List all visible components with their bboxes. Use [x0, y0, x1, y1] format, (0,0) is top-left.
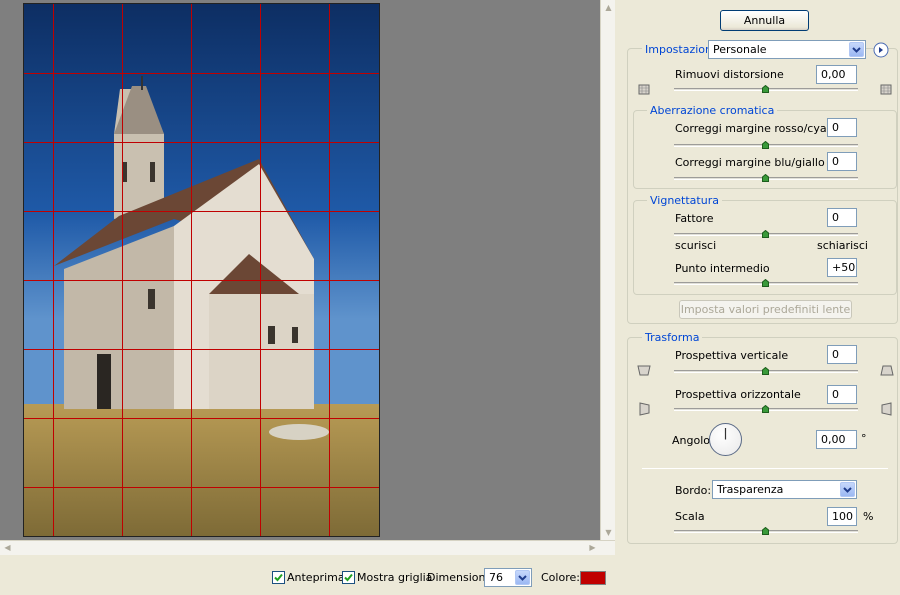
- transform-separator: [642, 468, 888, 469]
- angle-input[interactable]: 0,00: [816, 430, 857, 449]
- midpoint-input[interactable]: +50: [827, 258, 857, 277]
- horizontal-perspective-input[interactable]: 0: [827, 385, 857, 404]
- chromatic-title: Aberrazione cromatica: [647, 104, 778, 117]
- preview-checkbox[interactable]: [272, 571, 285, 584]
- barrel-icon: [880, 84, 892, 98]
- cancel-button[interactable]: Annulla: [720, 10, 809, 31]
- vertical-scrollbar[interactable]: ▲ ▼: [600, 0, 615, 540]
- preview-photo: [23, 3, 380, 537]
- scale-input[interactable]: 100: [827, 507, 857, 526]
- chevron-down-icon: [515, 570, 530, 585]
- vertical-perspective-right-icon: [880, 365, 894, 379]
- horizontal-perspective-label: Prospettiva orizzontale: [675, 388, 801, 401]
- chevron-down-icon: [840, 482, 855, 497]
- size-value: 76: [489, 571, 503, 584]
- size-dropdown[interactable]: 76: [484, 568, 532, 587]
- blue-yellow-input[interactable]: 0: [827, 152, 857, 171]
- vertical-perspective-input[interactable]: 0: [827, 345, 857, 364]
- scroll-right-icon[interactable]: ▶: [585, 541, 600, 555]
- angle-unit: °: [861, 432, 867, 445]
- red-cyan-input[interactable]: 0: [827, 118, 857, 137]
- chevron-down-icon: [849, 42, 864, 57]
- angle-dial[interactable]: [709, 423, 742, 456]
- vignette-title: Vignettatura: [647, 194, 722, 207]
- remove-distortion-slider-thumb[interactable]: [762, 85, 769, 93]
- midpoint-label: Punto intermedio: [675, 262, 770, 275]
- midpoint-slider-thumb[interactable]: [762, 279, 769, 287]
- horizontal-scrollbar[interactable]: ◀ ▶: [0, 540, 615, 555]
- remove-distortion-input[interactable]: 0,00: [816, 65, 857, 84]
- scroll-left-icon[interactable]: ◀: [0, 541, 15, 555]
- red-cyan-slider-thumb[interactable]: [762, 141, 769, 149]
- horizontal-perspective-left-icon: [639, 402, 650, 419]
- blue-yellow-label: Correggi margine blu/giallo: [675, 156, 825, 169]
- edge-dropdown[interactable]: Trasparenza: [712, 480, 857, 499]
- lighten-label: schiarisci: [817, 239, 868, 252]
- angle-label: Angolo:: [672, 434, 714, 447]
- remove-distortion-label: Rimuovi distorsione: [675, 68, 784, 81]
- preview-area[interactable]: [0, 0, 600, 540]
- vertical-perspective-left-icon: [637, 365, 651, 379]
- amount-slider-thumb[interactable]: [762, 230, 769, 238]
- color-label: Colore:: [541, 571, 580, 584]
- scroll-up-icon[interactable]: ▲: [602, 0, 615, 15]
- settings-menu-icon[interactable]: [873, 42, 889, 61]
- horizontal-perspective-right-icon: [881, 402, 892, 419]
- scale-slider-thumb[interactable]: [762, 527, 769, 535]
- show-grid-checkbox[interactable]: [342, 571, 355, 584]
- vertical-perspective-label: Prospettiva verticale: [675, 349, 789, 362]
- amount-input[interactable]: 0: [827, 208, 857, 227]
- settings-dropdown[interactable]: Personale: [708, 40, 866, 59]
- horizontal-perspective-slider-thumb[interactable]: [762, 405, 769, 413]
- blue-yellow-slider-thumb[interactable]: [762, 174, 769, 182]
- darken-label: scurisci: [675, 239, 717, 252]
- transform-title: Trasforma: [642, 331, 703, 344]
- grid-color-swatch[interactable]: [580, 571, 606, 585]
- preview-label: Anteprima: [287, 571, 345, 584]
- scale-label: Scala: [675, 510, 705, 523]
- reset-defaults-button[interactable]: Imposta valori predefiniti lente: [679, 300, 852, 319]
- red-cyan-label: Correggi margine rosso/cyan: [675, 122, 834, 135]
- scroll-down-icon[interactable]: ▼: [602, 525, 615, 540]
- show-grid-label: Mostra griglia: [357, 571, 433, 584]
- edge-value: Trasparenza: [717, 483, 784, 496]
- vertical-perspective-slider-thumb[interactable]: [762, 367, 769, 375]
- amount-label: Fattore: [675, 212, 714, 225]
- settings-value: Personale: [713, 43, 767, 56]
- pincushion-icon: [638, 84, 650, 98]
- scale-unit: %: [863, 510, 874, 523]
- edge-label: Bordo:: [675, 484, 712, 497]
